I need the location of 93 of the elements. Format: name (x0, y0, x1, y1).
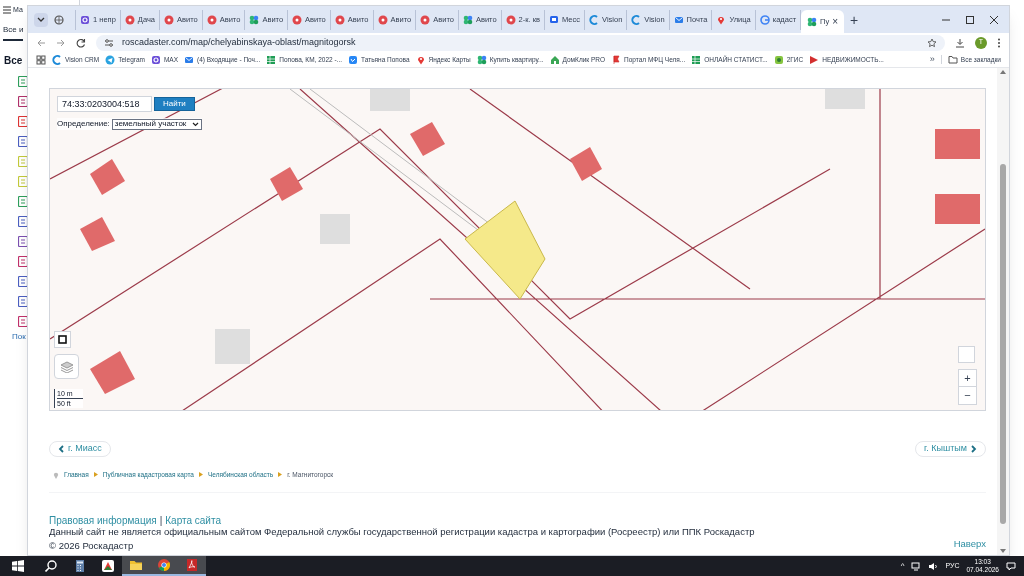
more-icon[interactable] (997, 37, 1001, 48)
chevron-left-icon (58, 445, 64, 453)
pin-icon (716, 14, 727, 25)
separator: | (159, 514, 163, 526)
apps-icon[interactable] (36, 54, 46, 65)
clover-icon (807, 16, 818, 27)
pin-icon (53, 470, 59, 479)
scroll-down-icon[interactable] (1000, 549, 1006, 553)
document-icon[interactable] (18, 96, 28, 107)
circle-icon (124, 14, 135, 25)
disclaimer-text: Данный сайт не является официальным сайтом Федеральной службы государственной регистрации кадастра и картографии (Росреестр) или ППК Роскадастр (49, 525, 756, 537)
document-icon[interactable] (18, 76, 28, 87)
notifications-icon[interactable] (1006, 561, 1016, 571)
document-icon[interactable] (18, 236, 28, 247)
mail-icon (673, 14, 684, 25)
document-icon[interactable] (18, 116, 28, 127)
windows-start-icon[interactable] (12, 560, 24, 572)
document-icon[interactable] (18, 136, 28, 147)
clover-icon (249, 14, 260, 25)
document-icon[interactable] (18, 276, 28, 287)
swirl-icon (52, 54, 62, 65)
chrome-icon (158, 559, 170, 571)
document-icon[interactable] (18, 316, 28, 327)
zoom-in-button[interactable]: + (959, 370, 976, 387)
maximize-icon[interactable] (965, 14, 975, 25)
menu-icon[interactable] (3, 6, 11, 14)
star-icon[interactable] (927, 37, 937, 48)
back-to-top-link[interactable]: Наверх (953, 536, 986, 551)
square-icon (58, 335, 67, 344)
search-field[interactable]: 74:33:0203004:518 (57, 96, 152, 112)
ring-icon (80, 14, 90, 25)
footer-link[interactable]: Правовая информация (49, 514, 157, 526)
back-icon[interactable] (36, 37, 46, 48)
search-icon[interactable] (45, 560, 57, 572)
zoom-out-button[interactable]: − (959, 387, 976, 404)
chevron-down-icon (192, 121, 200, 127)
folder-icon (947, 55, 958, 64)
document-icon (186, 559, 198, 571)
chevron-right-icon (971, 445, 977, 453)
taskbar-app[interactable] (122, 556, 150, 576)
g-icon (759, 14, 770, 25)
link[interactable]: Пок (12, 331, 26, 343)
swirl-icon (631, 14, 642, 25)
document-icon[interactable] (18, 256, 28, 267)
close-tab-button[interactable]: × (832, 14, 839, 29)
document-icon[interactable] (18, 296, 28, 307)
chevron-down-icon (37, 16, 45, 23)
network-icon[interactable] (911, 561, 922, 571)
play-icon (809, 54, 820, 65)
folder-icon (130, 559, 142, 571)
new-tab-button[interactable]: + (850, 12, 859, 27)
chat-icon (549, 14, 559, 25)
circle-icon (505, 14, 516, 25)
layers-icon (59, 360, 74, 373)
circle-icon (334, 14, 345, 25)
volume-icon[interactable] (928, 561, 939, 571)
footer-link[interactable]: Карта сайта (165, 514, 221, 526)
clover-icon (462, 14, 473, 25)
download-icon[interactable] (955, 37, 965, 48)
mosaic-icon (102, 560, 114, 572)
swirl-icon (589, 14, 599, 25)
copyright-text: © 2026 Роскадастр (49, 540, 134, 551)
tab[interactable]: Все и (3, 24, 24, 41)
field-label: Определение: (57, 118, 110, 130)
tab-list-button[interactable] (34, 12, 48, 27)
arrow-right-icon (93, 472, 98, 478)
calculator-icon (74, 560, 86, 572)
circle-icon (164, 14, 174, 25)
document-icon[interactable] (18, 196, 28, 207)
scrollbar-thumb[interactable] (1000, 164, 1006, 524)
document-icon[interactable] (18, 216, 28, 227)
globe-icon (54, 14, 64, 25)
forward-icon[interactable] (56, 37, 66, 48)
close-icon[interactable] (989, 14, 999, 25)
more-bookmarks-button[interactable]: » (929, 52, 935, 67)
circle-icon (377, 14, 388, 25)
arrow-right-icon (198, 472, 203, 478)
site-settings-icon[interactable] (104, 37, 114, 48)
type-dropdown[interactable]: земельный участок (111, 118, 203, 130)
map-icon (773, 54, 784, 65)
tray-arrow-button[interactable]: ^ (900, 560, 905, 572)
section-heading: Все (4, 54, 23, 68)
circle-icon (420, 14, 431, 25)
flag-icon (611, 54, 622, 65)
scroll-up-icon[interactable] (1000, 70, 1006, 74)
circle-icon (292, 14, 303, 25)
circle-icon (206, 14, 217, 25)
reload-icon[interactable] (76, 37, 86, 48)
address-bar[interactable]: roscadaster.com/map/chelyabinskaya-oblast/magnitogorsk (96, 34, 945, 51)
search-button[interactable]: Найти (154, 97, 195, 111)
arrow-right-icon (278, 472, 283, 478)
fullscreen-button[interactable] (54, 331, 71, 348)
clover-icon (476, 54, 487, 65)
